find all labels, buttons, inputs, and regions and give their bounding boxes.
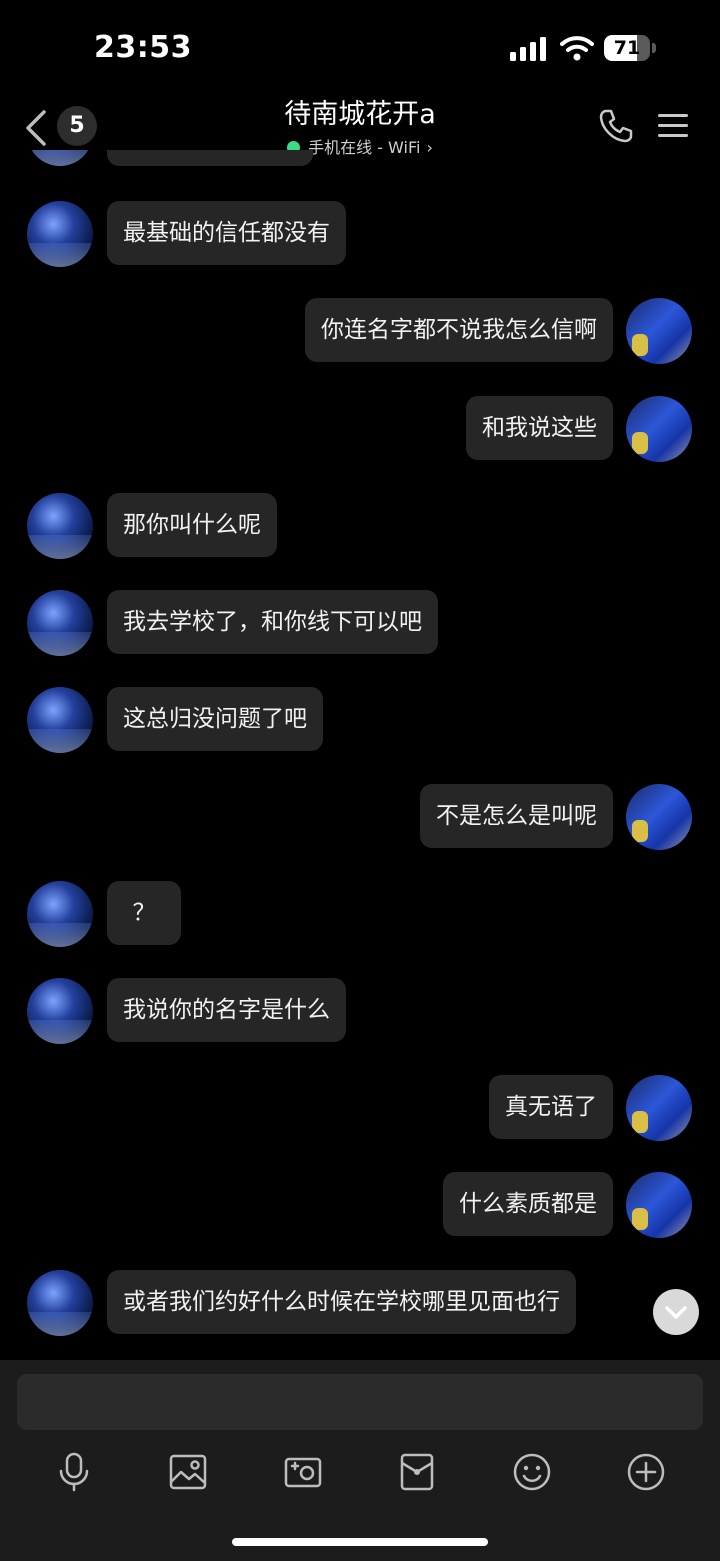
friend-avatar[interactable] [27,493,93,559]
message-bubble[interactable]: 我说你的名字是什么 [107,978,346,1042]
message-row: 我去学校了，和你线下可以吧 [0,590,720,656]
message-bubble[interactable]: ？ [107,881,181,945]
message-bubble[interactable]: 我去学校了，和你线下可以吧 [107,590,438,654]
microphone-icon[interactable] [54,1452,94,1492]
friend-avatar[interactable] [27,590,93,656]
message-row: 最基础的信任都没有 [0,201,720,267]
message-row: 你连名字都不说我怎么信啊 [0,298,720,364]
my-avatar[interactable] [626,298,692,364]
status-time: 23:53 [94,30,192,65]
message-bubble-partial [107,150,313,166]
message-bubble[interactable]: 最基础的信任都没有 [107,201,346,265]
message-bubble[interactable]: 或者我们约好什么时候在学校哪里见面也行 [107,1270,576,1334]
composer [0,1360,720,1561]
camera-icon[interactable] [283,1452,323,1492]
message-bubble[interactable]: 和我说这些 [466,396,613,460]
scroll-to-bottom-button[interactable] [653,1289,699,1335]
emoji-icon[interactable] [512,1452,552,1492]
my-avatar[interactable] [626,396,692,462]
message-row: 真无语了 [0,1075,720,1141]
message-row: ？ [0,881,720,947]
chat-message-list[interactable]: 最基础的信任都没有 你连名字都不说我怎么信啊 和我说这些 那你叫什么呢 我去学校… [0,150,720,1360]
friend-avatar[interactable] [27,150,93,166]
message-bubble[interactable]: 真无语了 [489,1075,613,1139]
menu-icon[interactable] [658,112,688,140]
red-packet-icon[interactable] [397,1452,437,1492]
message-bubble[interactable]: 这总归没问题了吧 [107,687,323,751]
friend-avatar[interactable] [27,687,93,753]
message-row: 或者我们约好什么时候在学校哪里见面也行 [0,1270,720,1336]
friend-avatar[interactable] [27,1270,93,1336]
battery-icon: 71 [604,35,656,61]
my-avatar[interactable] [626,784,692,850]
friend-avatar[interactable] [27,978,93,1044]
plus-icon[interactable] [626,1452,666,1492]
friend-avatar[interactable] [27,881,93,947]
message-bubble[interactable]: 什么素质都是 [443,1172,613,1236]
home-indicator[interactable] [232,1538,488,1546]
message-row: 和我说这些 [0,396,720,462]
wifi-icon [560,36,594,61]
message-bubble[interactable]: 那你叫什么呢 [107,493,277,557]
message-row: 那你叫什么呢 [0,493,720,559]
chevron-down-icon [665,1306,687,1319]
phone-call-icon[interactable] [598,108,634,144]
cellular-signal-icon [510,37,546,61]
message-row: 这总归没问题了吧 [0,687,720,753]
message-bubble[interactable]: 不是怎么是叫呢 [420,784,613,848]
battery-level: 71 [613,37,641,59]
status-bar: 23:53 71 [0,0,720,90]
friend-avatar[interactable] [27,201,93,267]
message-bubble[interactable]: 你连名字都不说我怎么信啊 [305,298,613,362]
my-avatar[interactable] [626,1075,692,1141]
image-icon[interactable] [168,1452,208,1492]
message-row: 不是怎么是叫呢 [0,784,720,850]
my-avatar[interactable] [626,1172,692,1238]
message-row: 我说你的名字是什么 [0,978,720,1044]
message-row: 什么素质都是 [0,1172,720,1238]
message-input[interactable] [17,1374,703,1430]
